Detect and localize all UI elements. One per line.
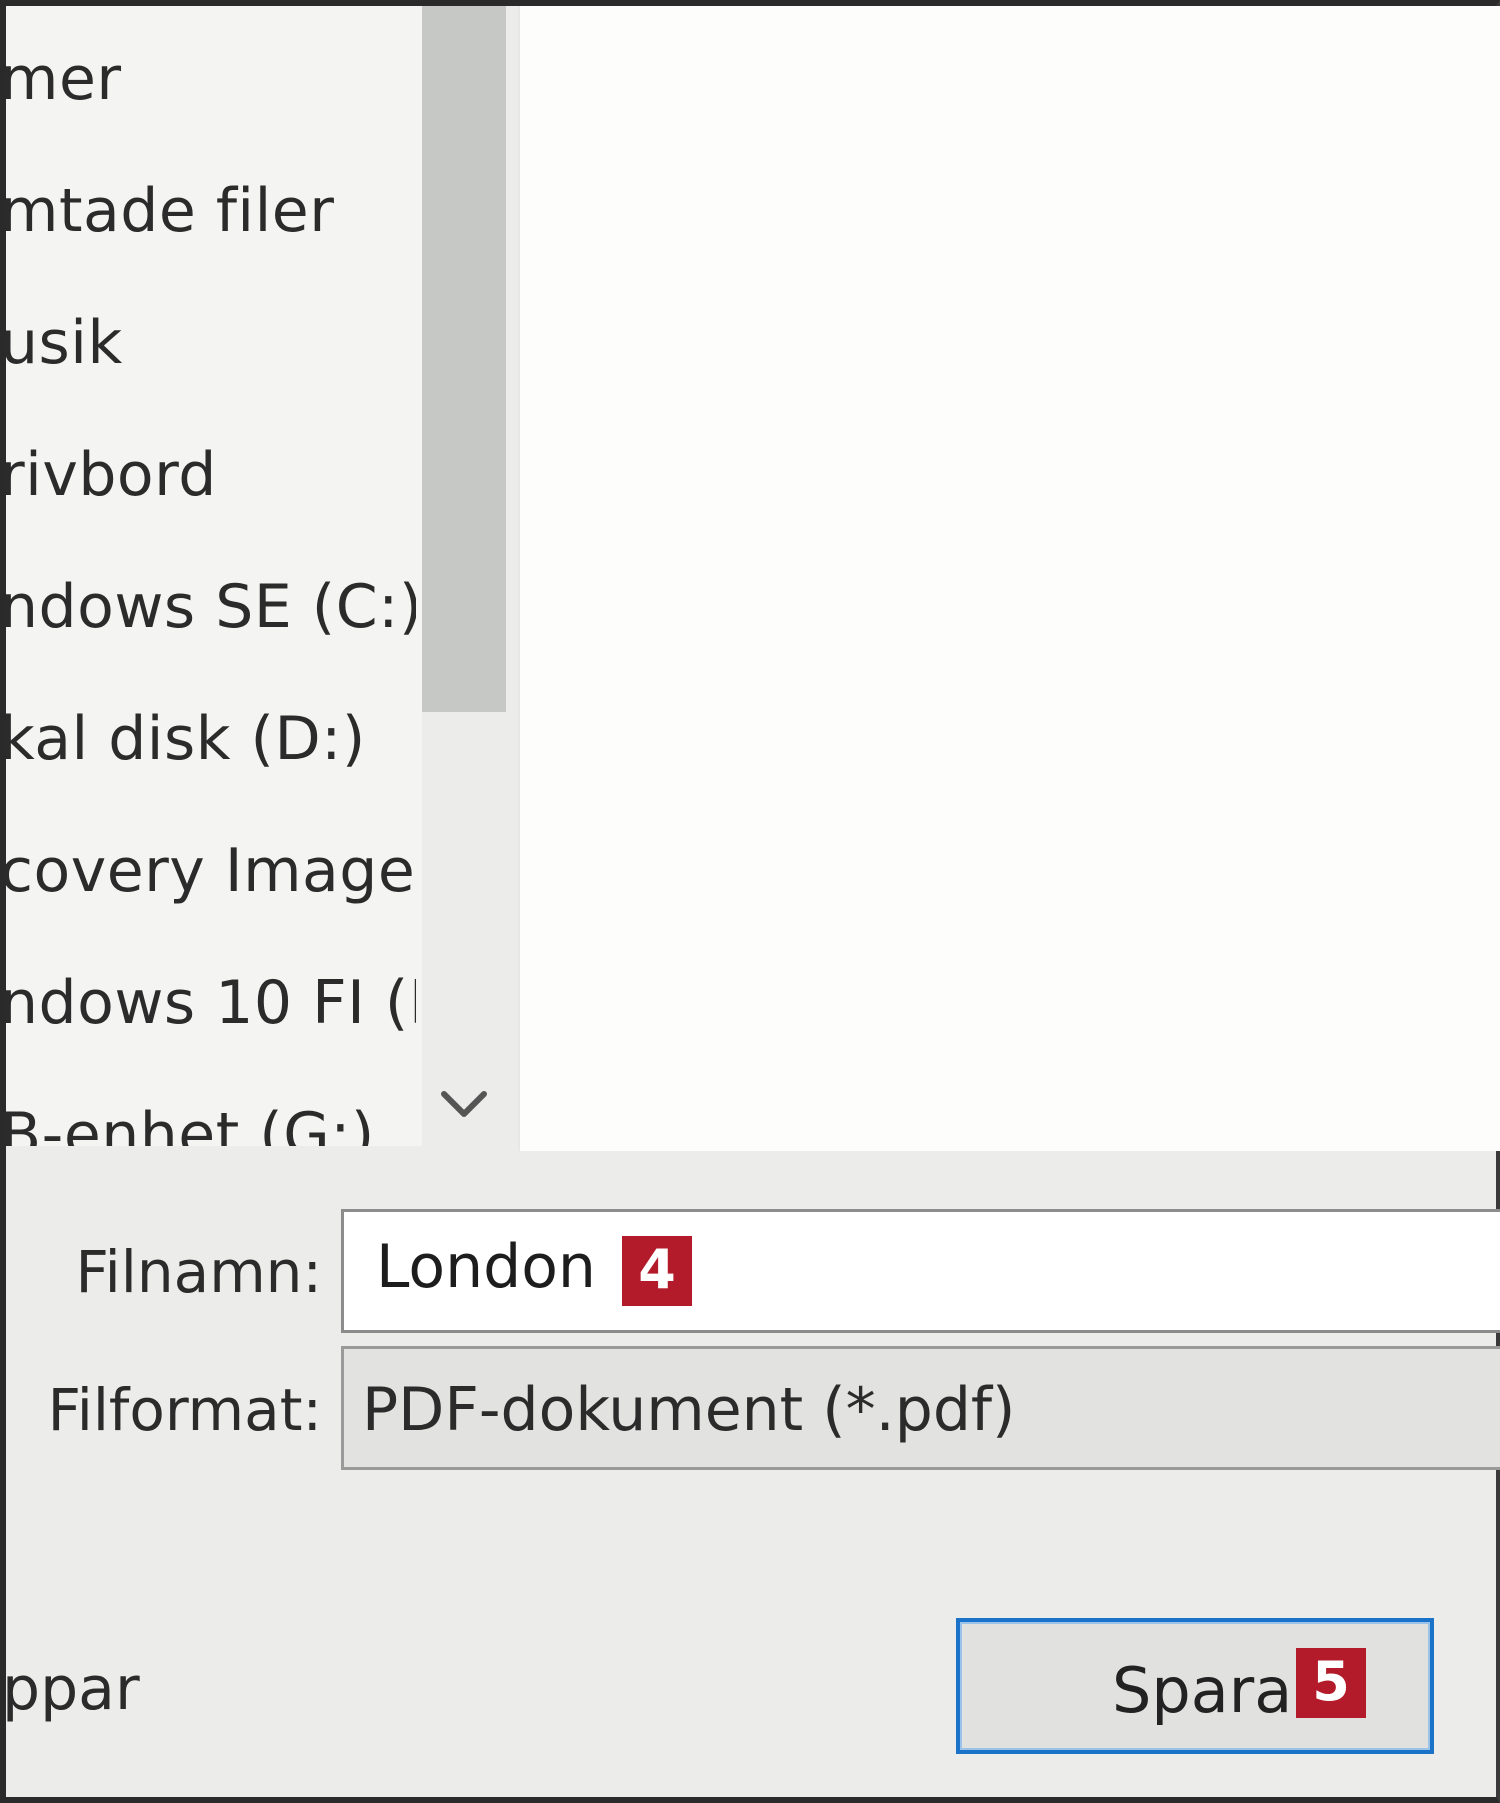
nav-item-drive-g[interactable]: B-enhet (G:) [6,1080,375,1146]
filename-label: Filnamn: [75,1238,322,1306]
save-button[interactable]: Spara 5 [956,1618,1434,1754]
nav-item-bilder[interactable]: mer [6,24,122,134]
hide-folders-link[interactable]: ppar [2,1654,140,1724]
nav-item-nedladdade-filer[interactable]: mtade filer [6,156,334,266]
nav-list: mer mtade filer usik rivbord ndows SE (C… [6,6,416,1146]
filename-input[interactable]: London 4 [341,1209,1500,1333]
nav-item-drive-c[interactable]: ndows SE (C:) [6,552,416,662]
step-badge-4: 4 [622,1236,692,1306]
scroll-thumb[interactable] [422,6,506,712]
step-badge-5: 5 [1296,1648,1366,1718]
nav-item-drive-f[interactable]: ndows 10 FI (F [6,948,416,1058]
nav-item-skrivbord[interactable]: rivbord [6,420,217,530]
format-value: PDF-dokument (*.pdf) [362,1375,1016,1445]
filename-value: London [376,1232,596,1302]
file-list-pane[interactable] [518,6,1500,1151]
format-label: Filformat: [47,1376,322,1444]
nav-item-recovery-image[interactable]: covery Image [6,816,415,926]
nav-item-musik[interactable]: usik [6,288,123,398]
nav-scrollbar[interactable] [422,6,508,1146]
nav-item-drive-d[interactable]: kal disk (D:) [6,684,366,794]
save-dialog: mer mtade filer usik rivbord ndows SE (C… [0,0,1500,1803]
navigation-pane[interactable]: mer mtade filer usik rivbord ndows SE (C… [6,6,426,1146]
chevron-down-icon[interactable] [436,1076,492,1132]
save-button-label: Spara [1112,1654,1293,1727]
format-select[interactable]: PDF-dokument (*.pdf) [341,1346,1500,1470]
